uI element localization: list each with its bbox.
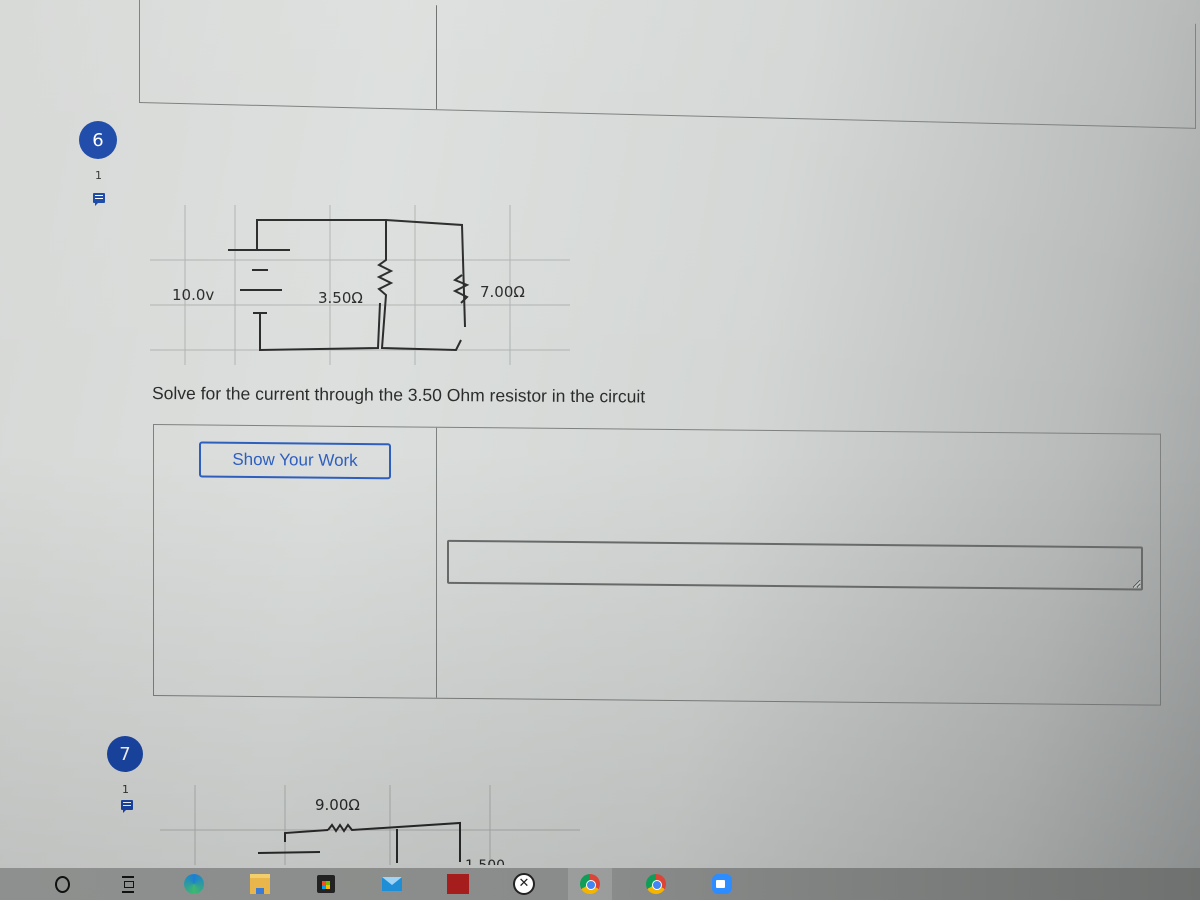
resistor-top-label: 9.00Ω <box>315 796 360 814</box>
edge-icon <box>184 874 204 894</box>
taskbar-app[interactable] <box>436 868 480 900</box>
taskbar-file-explorer[interactable] <box>238 868 282 900</box>
zoom-icon <box>712 874 732 894</box>
question-prompt: Solve for the current through the 3.50 O… <box>151 383 646 407</box>
question-number-badge[interactable]: 6 <box>79 121 117 159</box>
taskbar-chrome-profile[interactable] <box>634 868 678 900</box>
xbox-icon <box>513 873 535 895</box>
circuit-wires <box>228 219 470 352</box>
taskbar <box>0 868 1200 900</box>
task-view-icon <box>122 875 134 893</box>
table-divider <box>436 5 437 110</box>
taskbar-xbox[interactable] <box>502 868 546 900</box>
resistor-b-label: 7.00Ω <box>480 283 525 301</box>
show-your-work-button[interactable]: Show Your Work <box>199 441 391 480</box>
comment-count: 1 <box>95 169 102 182</box>
taskbar-chrome[interactable] <box>568 868 612 900</box>
app-icon <box>447 874 469 894</box>
taskbar-mail[interactable] <box>370 868 414 900</box>
resistor-a-label: 3.50Ω <box>318 289 363 307</box>
answer-table: Show Your Work <box>153 424 1161 706</box>
comment-count: 1 <box>122 783 129 796</box>
previous-answer-table <box>139 0 1196 129</box>
battery-label: 10.0v <box>172 286 214 304</box>
taskbar-store[interactable] <box>304 868 348 900</box>
comment-icon[interactable] <box>93 193 105 206</box>
search-icon <box>54 875 70 893</box>
taskbar-edge[interactable] <box>172 868 216 900</box>
store-icon <box>317 875 335 893</box>
chrome-icon <box>646 874 666 894</box>
answer-input[interactable] <box>447 539 1143 591</box>
mail-icon <box>382 877 402 891</box>
taskbar-task-view[interactable] <box>106 868 150 900</box>
question-number-badge[interactable]: 7 <box>107 736 143 772</box>
table-divider <box>436 427 437 698</box>
circuit-diagram: 10.0v 3.50Ω 7.00Ω <box>150 205 570 365</box>
taskbar-search[interactable] <box>40 868 84 900</box>
comment-icon[interactable] <box>121 800 133 813</box>
circuit-diagram: 9.00Ω 1.500 <box>160 785 580 865</box>
resistor-partial-label: 1.500 <box>465 858 505 865</box>
circuit-wires <box>257 821 461 863</box>
chrome-icon <box>580 874 600 894</box>
taskbar-zoom[interactable] <box>700 868 744 900</box>
folder-icon <box>250 874 270 894</box>
